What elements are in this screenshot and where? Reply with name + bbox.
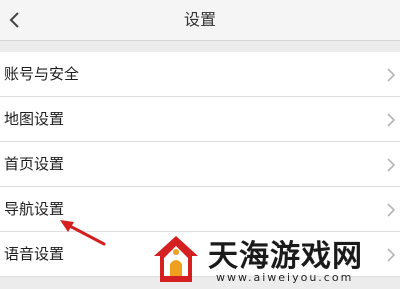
- chevron-right-icon: [387, 113, 396, 127]
- page-title: 设置: [183, 10, 216, 29]
- settings-item-label: 账号与安全: [4, 65, 80, 83]
- red-arrow-icon: [60, 220, 106, 246]
- settings-item-map[interactable]: 地图设置: [0, 97, 400, 142]
- chevron-right-icon: [387, 203, 396, 217]
- settings-item-account-security[interactable]: 账号与安全: [0, 52, 400, 97]
- settings-item-label: 语音设置: [4, 245, 65, 263]
- settings-item-label: 首页设置: [4, 155, 65, 173]
- settings-item-label: 导航设置: [4, 200, 65, 218]
- watermark-name: 天海游戏网: [208, 239, 363, 274]
- watermark-logo-icon: [154, 236, 198, 282]
- watermark: 天海游戏网 www.aiweiyou.com: [146, 228, 400, 289]
- settings-item-label: 地图设置: [4, 110, 65, 128]
- settings-item-home[interactable]: 首页设置: [0, 142, 400, 187]
- chevron-right-icon: [387, 158, 396, 172]
- app-header: 设置: [0, 0, 400, 41]
- section-gap: [0, 41, 400, 52]
- chevron-right-icon: [387, 68, 396, 82]
- watermark-url: www.aiweiyou.com: [216, 271, 354, 284]
